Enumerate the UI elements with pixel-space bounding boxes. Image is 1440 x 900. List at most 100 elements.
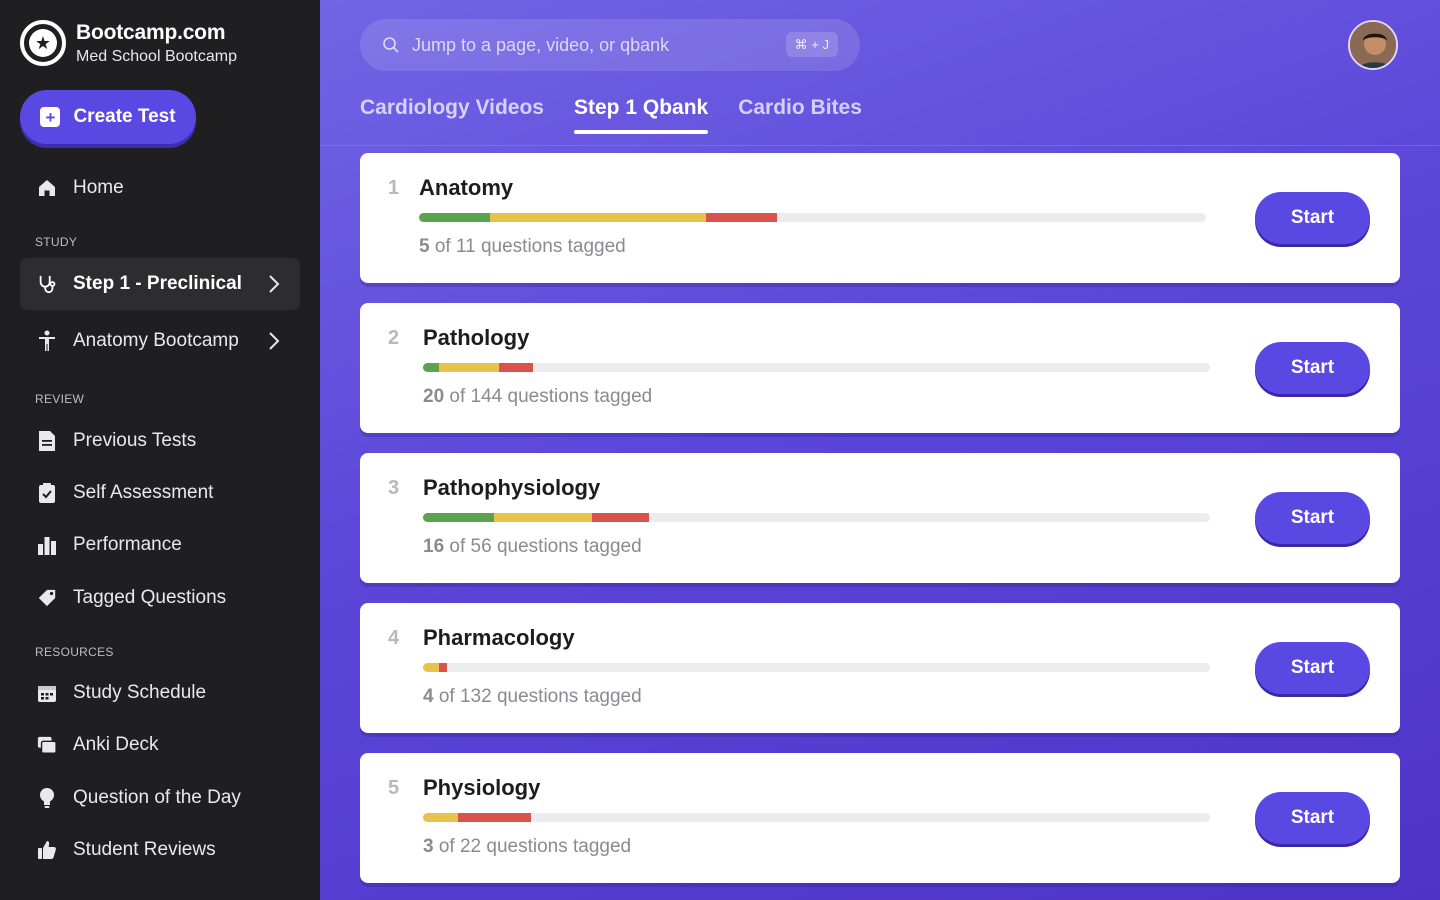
- progress-bar: [423, 363, 1210, 372]
- sidebar: ★ Bootcamp.com Med School Bootcamp + Cre…: [0, 0, 320, 900]
- topic-tagged-count: 16 of 56 questions tagged: [423, 536, 642, 558]
- progress-segment-partial: [423, 813, 459, 822]
- brand-subtitle: Med School Bootcamp: [76, 47, 237, 65]
- sidebar-item-label: Student Reviews: [73, 839, 216, 860]
- section-label-study: STUDY: [35, 235, 78, 249]
- topic-index: 3: [388, 477, 400, 499]
- cards-icon: [37, 734, 57, 756]
- sidebar-item-label: Anatomy Bootcamp: [73, 330, 239, 351]
- home-icon: [37, 177, 57, 199]
- start-button[interactable]: Start: [1255, 492, 1370, 544]
- tab-cardiology-videos[interactable]: Cardiology Videos: [360, 96, 544, 134]
- topic-title: Anatomy: [419, 175, 514, 200]
- tagged-number: 4: [423, 686, 434, 707]
- bar-chart-icon: [37, 534, 57, 556]
- sidebar-item-previous-tests[interactable]: Previous Tests: [20, 415, 300, 467]
- sidebar-item-label: Previous Tests: [73, 430, 197, 451]
- progress-segment-incorrect: [592, 513, 649, 522]
- progress-segment-correct: [423, 363, 439, 372]
- progress-bar: [419, 213, 1206, 222]
- progress-segment-partial: [489, 213, 707, 222]
- sidebar-item-label: Step 1 - Preclinical: [73, 273, 242, 294]
- topic-card: 1 Anatomy 5 of 11 questions tagged Start: [360, 153, 1400, 283]
- progress-bar: [423, 813, 1210, 822]
- topic-card: 3 Pathophysiology 16 of 56 questions tagge…: [360, 453, 1400, 583]
- brand-name: Bootcamp.com: [76, 20, 226, 44]
- sidebar-item-study-schedule[interactable]: Study Schedule: [20, 667, 300, 719]
- tagged-number: 5: [419, 236, 430, 257]
- tagged-total-text: of 22 questions tagged: [438, 836, 632, 857]
- progress-segment-incorrect: [706, 213, 778, 222]
- plus-icon: +: [40, 107, 61, 127]
- sidebar-item-label: Study Schedule: [73, 682, 207, 703]
- brand[interactable]: ★ Bootcamp.com Med School Bootcamp: [20, 20, 237, 66]
- progress-segment-correct: [419, 213, 490, 222]
- topic-tagged-count: 20 of 144 questions tagged: [423, 386, 652, 408]
- topic-card: 5 Physiology 3 of 22 questions tagged Start: [360, 753, 1400, 883]
- tagged-number: 20: [423, 386, 445, 407]
- topic-tagged-count: 5 of 11 questions tagged: [419, 236, 626, 258]
- tagged-number: 3: [423, 836, 434, 857]
- tab-step1-qbank[interactable]: Step 1 Qbank: [574, 96, 709, 134]
- start-button[interactable]: Start: [1255, 192, 1370, 244]
- chevron-right-icon: [269, 275, 280, 293]
- search-placeholder: Jump to a page, video, or qbank: [412, 34, 670, 55]
- tab-cardio-bites[interactable]: Cardio Bites: [738, 96, 862, 134]
- document-icon: [37, 430, 57, 452]
- topic-index: 4: [388, 627, 400, 649]
- sidebar-item-home[interactable]: Home: [20, 162, 300, 214]
- topic-title: Pathophysiology: [423, 475, 601, 500]
- sidebar-item-student-reviews[interactable]: Student Reviews: [20, 824, 300, 876]
- topic-tagged-count: 3 of 22 questions tagged: [423, 836, 631, 858]
- clipboard-check-icon: [37, 482, 57, 504]
- create-test-button[interactable]: + Create Test: [20, 90, 196, 144]
- sidebar-item-label: Anki Deck: [73, 734, 159, 755]
- topic-title: Pharmacology: [423, 625, 575, 650]
- avatar[interactable]: [1348, 20, 1398, 70]
- sidebar-item-tagged-questions[interactable]: Tagged Questions: [20, 572, 300, 624]
- progress-segment-incorrect: [458, 813, 531, 822]
- topic-index: 5: [388, 777, 400, 799]
- person-icon: [37, 330, 57, 352]
- sidebar-item-anatomy-bootcamp[interactable]: Anatomy Bootcamp: [20, 315, 300, 367]
- progress-segment-partial: [493, 513, 593, 522]
- section-label-review: REVIEW: [35, 392, 85, 406]
- sidebar-item-label: Question of the Day: [73, 787, 241, 808]
- sidebar-item-label: Performance: [73, 534, 182, 555]
- tag-icon: [37, 587, 57, 609]
- progress-segment-partial: [438, 363, 500, 372]
- lightbulb-icon: [37, 787, 57, 809]
- progress-bar: [423, 663, 1210, 672]
- start-button[interactable]: Start: [1255, 342, 1370, 394]
- topic-title: Pathology: [423, 325, 530, 350]
- sidebar-item-label: Home: [73, 177, 124, 198]
- topic-tagged-count: 4 of 132 questions tagged: [423, 686, 642, 708]
- bootcamp-logo-icon: ★: [20, 20, 66, 66]
- sidebar-item-label: Tagged Questions: [73, 587, 227, 608]
- sidebar-item-performance[interactable]: Performance: [20, 519, 300, 571]
- progress-segment-incorrect: [499, 363, 534, 372]
- search-shortcut-badge: ⌘ + J: [785, 32, 838, 57]
- topic-title: Physiology: [423, 775, 541, 800]
- tabs-divider: [320, 145, 1440, 146]
- sidebar-item-question-of-the-day[interactable]: Question of the Day: [20, 772, 300, 824]
- topic-card: 2 Pathology 20 of 144 questions tagged Star…: [360, 303, 1400, 433]
- user-avatar-icon: [1350, 22, 1396, 68]
- start-button[interactable]: Start: [1255, 642, 1370, 694]
- start-button[interactable]: Start: [1255, 792, 1370, 844]
- topic-card: 4 Pharmacology 4 of 132 questions tagged St…: [360, 603, 1400, 733]
- main-content: Jump to a page, video, or qbank ⌘ + J Ca…: [320, 0, 1440, 900]
- progress-segment-partial: [423, 663, 439, 672]
- sidebar-item-label: Self Assessment: [73, 482, 214, 503]
- tagged-total-text: of 56 questions tagged: [449, 536, 642, 557]
- tagged-total-text: of 144 questions tagged: [449, 386, 653, 407]
- search-bar[interactable]: Jump to a page, video, or qbank ⌘ + J: [360, 19, 860, 71]
- sidebar-item-self-assessment[interactable]: Self Assessment: [20, 467, 300, 519]
- create-test-label: Create Test: [73, 106, 176, 127]
- sidebar-item-anki-deck[interactable]: Anki Deck: [20, 719, 300, 771]
- tagged-total-text: of 11 questions tagged: [434, 236, 626, 257]
- thumbs-up-icon: [37, 839, 57, 861]
- progress-segment-correct: [423, 513, 494, 522]
- sidebar-item-step1-preclinical[interactable]: Step 1 - Preclinical: [20, 258, 300, 310]
- topic-index: 1: [388, 177, 400, 199]
